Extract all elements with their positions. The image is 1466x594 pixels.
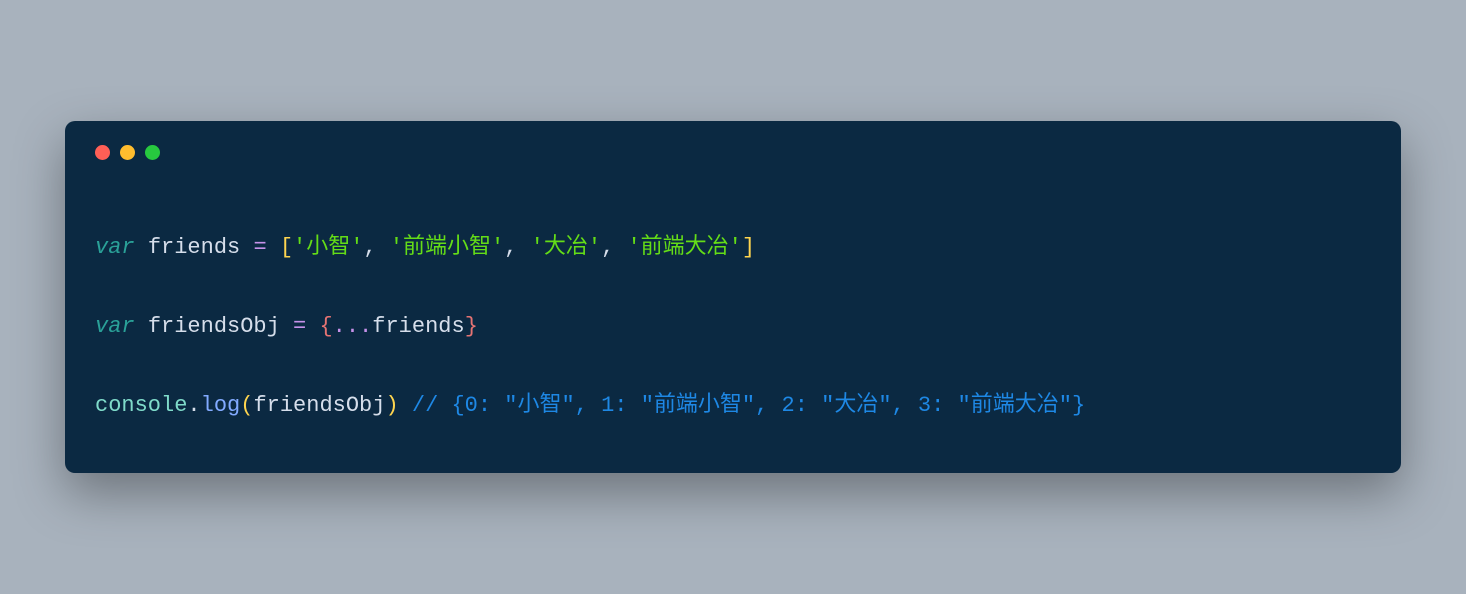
string-literal: '小智' <box>293 235 363 260</box>
object-console: console <box>95 393 187 418</box>
keyword-var: var <box>95 314 135 339</box>
code-line-2: var friendsObj = {...friends} <box>95 309 1371 344</box>
maximize-icon[interactable] <box>145 145 160 160</box>
bracket-close: ] <box>742 235 755 260</box>
window-controls <box>95 145 1371 160</box>
paren-open: ( <box>240 393 253 418</box>
identifier-friends: friends <box>148 235 240 260</box>
close-icon[interactable] <box>95 145 110 160</box>
function-log: log <box>201 393 241 418</box>
comment: // {0: "小智", 1: "前端小智", 2: "大冶", 3: "前端大… <box>412 393 1085 418</box>
brace-open: { <box>319 314 332 339</box>
operator-equals: = <box>293 314 306 339</box>
string-literal: '前端小智' <box>390 235 504 260</box>
keyword-var: var <box>95 235 135 260</box>
identifier-friendsobj: friendsObj <box>253 393 385 418</box>
dot: . <box>187 393 200 418</box>
string-literal: '前端大冶' <box>627 235 741 260</box>
comma: , <box>601 235 614 260</box>
operator-equals: = <box>253 235 266 260</box>
spread-operator: ... <box>333 314 373 339</box>
brace-close: } <box>465 314 478 339</box>
string-literal: '大冶' <box>531 235 601 260</box>
paren-close: ) <box>385 393 398 418</box>
bracket-open: [ <box>280 235 293 260</box>
comma: , <box>504 235 517 260</box>
identifier-friends: friends <box>372 314 464 339</box>
comma: , <box>363 235 376 260</box>
code-block: var friends = ['小智', '前端小智', '大冶', '前端大冶… <box>95 230 1371 424</box>
code-line-1: var friends = ['小智', '前端小智', '大冶', '前端大冶… <box>95 230 1371 265</box>
code-window: var friends = ['小智', '前端小智', '大冶', '前端大冶… <box>65 121 1401 474</box>
minimize-icon[interactable] <box>120 145 135 160</box>
code-line-3: console.log(friendsObj) // {0: "小智", 1: … <box>95 388 1371 423</box>
identifier-friendsobj: friendsObj <box>148 314 280 339</box>
